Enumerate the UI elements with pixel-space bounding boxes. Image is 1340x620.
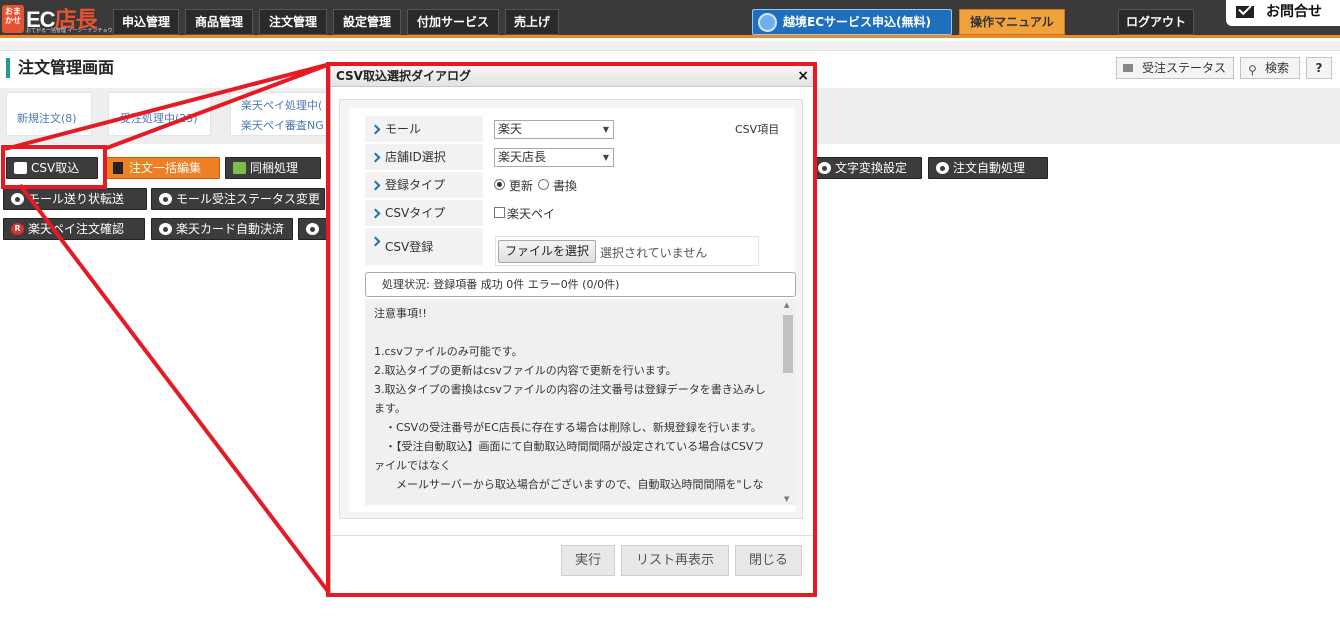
ec-tencho-logo[interactable]: おま かせ EC店長 おてがる一括管理 イーシーテンチョウ — [2, 3, 113, 35]
search-button[interactable]: ⚲ 検索 — [1240, 57, 1300, 79]
logout-button[interactable]: ログアウト — [1118, 9, 1194, 35]
nav-addon[interactable]: 付加サービス — [407, 9, 499, 35]
search-icon: ⚲ — [1248, 63, 1257, 77]
help-button[interactable]: ? — [1306, 57, 1332, 79]
connector-line-bottom — [18, 183, 332, 596]
mall-transfer-button[interactable]: モール送り状転送 — [3, 188, 147, 210]
tab-rakuten-pay[interactable]: 楽天ペイ処理中( 楽天ペイ審査NG — [230, 92, 330, 136]
text-convert-button[interactable]: 文字変換設定 — [810, 157, 922, 179]
logo-badge-icon: おま かせ — [2, 5, 24, 33]
page-title: 注文管理画面 — [6, 58, 114, 78]
nav-sales[interactable]: 売上げ — [505, 9, 559, 35]
order-status-button[interactable]: 受注ステータス — [1116, 57, 1234, 79]
gear-icon — [936, 162, 949, 174]
gear-icon — [818, 162, 831, 174]
bundle-button[interactable]: 同梱処理 — [225, 157, 321, 179]
nav-product[interactable]: 商品管理 — [185, 9, 253, 35]
mail-icon — [1236, 6, 1254, 18]
gear-icon — [159, 193, 172, 205]
rakuten-pay-confirm-button[interactable]: R 楽天ペイ注文確認 — [3, 218, 145, 240]
more-action-button[interactable] — [298, 218, 328, 240]
nav-settings[interactable]: 設定管理 — [333, 9, 401, 35]
gear-icon — [306, 223, 319, 235]
tab-processing[interactable]: 受注処理中(23) — [108, 92, 211, 136]
manual-button[interactable]: 操作マニュアル — [959, 9, 1065, 35]
image-icon — [233, 162, 246, 174]
square-icon — [113, 162, 123, 174]
cross-border-button[interactable]: 越境ECサービス申込(無料) — [752, 9, 952, 35]
nav-order[interactable]: 注文管理 — [259, 9, 327, 35]
mall-status-change-button[interactable]: モール受注ステータス変更 — [151, 188, 325, 210]
nav-underband — [0, 41, 1340, 51]
dialog-highlight — [326, 62, 817, 597]
bulk-edit-button[interactable]: 注文一括編集 — [104, 157, 220, 179]
logo-tagline: おてがる一括管理 イーシーテンチョウ — [26, 28, 113, 34]
rakuten-icon: R — [11, 223, 24, 235]
auto-process-button[interactable]: 注文自動処理 — [928, 157, 1048, 179]
rakuten-card-settle-button[interactable]: 楽天カード自動決済 — [151, 218, 293, 240]
gear-icon — [159, 223, 172, 235]
csv-import-highlight — [1, 145, 107, 189]
tab-rakuten-pay-ng: 楽天ペイ審査NG — [241, 119, 324, 132]
tab-new-orders[interactable]: 新規注文(8) — [6, 92, 92, 136]
folder-icon — [1123, 64, 1133, 72]
gear-icon — [11, 193, 24, 205]
tab-rakuten-pay-processing: 楽天ペイ処理中( — [241, 99, 323, 112]
inquiry-button[interactable]: お問合せ — [1226, 0, 1340, 26]
nav-application[interactable]: 申込管理 — [113, 9, 179, 35]
globe-icon — [758, 13, 777, 32]
